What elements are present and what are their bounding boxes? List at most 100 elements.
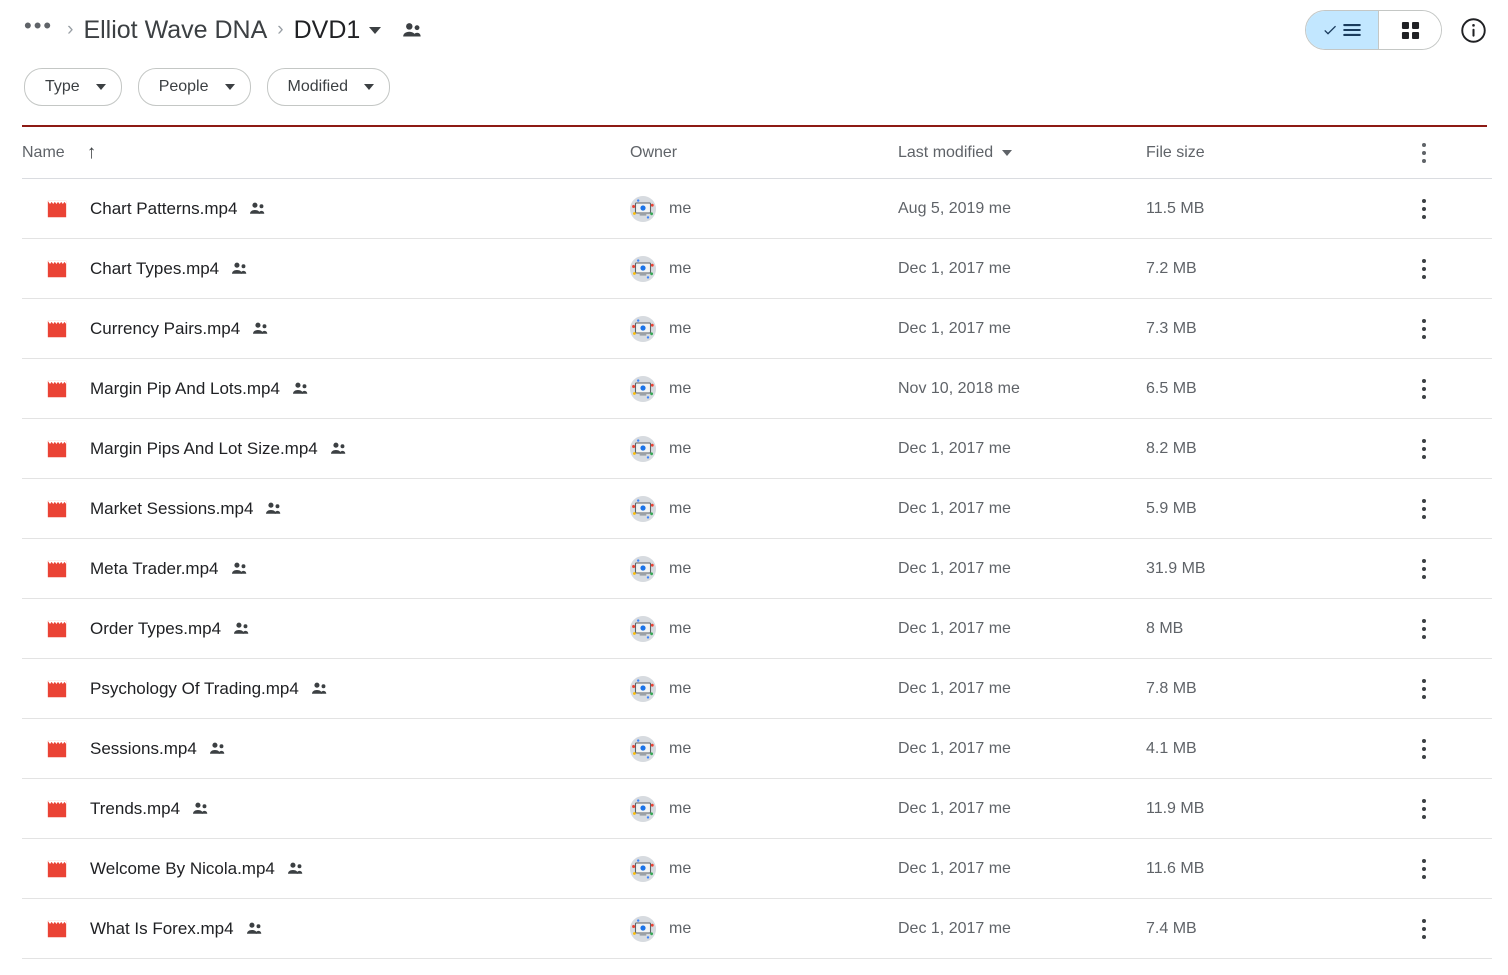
table-row[interactable]: Chart Types.mp4 me Dec 1, 2017 me 7.2 MB xyxy=(22,239,1492,299)
list-view-button[interactable] xyxy=(1306,11,1378,49)
cell-row-menu[interactable] xyxy=(1386,799,1492,819)
cell-row-menu[interactable] xyxy=(1386,739,1492,759)
cell-name[interactable]: Margin Pip And Lots.mp4 xyxy=(22,378,630,400)
shared-people-icon[interactable] xyxy=(251,321,270,336)
shared-people-icon[interactable] xyxy=(208,741,227,756)
shared-people-icon[interactable] xyxy=(248,201,267,216)
cell-row-menu[interactable] xyxy=(1386,859,1492,879)
more-vertical-icon[interactable] xyxy=(1422,199,1426,219)
cell-row-menu[interactable] xyxy=(1386,499,1492,519)
more-vertical-icon[interactable] xyxy=(1422,799,1426,819)
cell-name[interactable]: Order Types.mp4 xyxy=(22,618,630,640)
breadcrumb-item-parent[interactable]: Elliot Wave DNA xyxy=(83,16,267,45)
more-vertical-icon[interactable] xyxy=(1422,739,1426,759)
table-row[interactable]: Currency Pairs.mp4 me Dec 1, 2017 me 7.3… xyxy=(22,299,1492,359)
cell-row-menu[interactable] xyxy=(1386,259,1492,279)
file-name-label[interactable]: Margin Pips And Lot Size.mp4 xyxy=(90,439,318,459)
table-row[interactable]: Margin Pip And Lots.mp4 me Nov 10, 2018 … xyxy=(22,359,1492,419)
cell-row-menu[interactable] xyxy=(1386,559,1492,579)
shared-people-icon[interactable] xyxy=(264,501,283,516)
table-row[interactable]: What Is Forex.mp4 me Dec 1, 2017 me 7.4 … xyxy=(22,899,1492,959)
cell-row-menu[interactable] xyxy=(1386,679,1492,699)
shared-people-icon[interactable] xyxy=(310,681,329,696)
video-file-icon xyxy=(46,378,68,400)
people-icon xyxy=(401,21,423,39)
grid-view-button[interactable] xyxy=(1378,11,1441,49)
sort-ascending-icon[interactable]: ↑ xyxy=(87,143,97,162)
more-vertical-icon[interactable] xyxy=(1422,499,1426,519)
cell-name[interactable]: Meta Trader.mp4 xyxy=(22,558,630,580)
table-row[interactable]: Margin Pips And Lot Size.mp4 me Dec 1, 2… xyxy=(22,419,1492,479)
cell-row-menu[interactable] xyxy=(1386,379,1492,399)
file-name-label[interactable]: Trends.mp4 xyxy=(90,799,180,819)
cell-row-menu[interactable] xyxy=(1386,439,1492,459)
filter-chip-type[interactable]: Type xyxy=(24,68,122,106)
shared-people-icon[interactable] xyxy=(230,261,249,276)
cell-name[interactable]: Trends.mp4 xyxy=(22,798,630,820)
cell-name[interactable]: Currency Pairs.mp4 xyxy=(22,318,630,340)
column-header-file-size[interactable]: File size xyxy=(1146,144,1386,162)
shared-people-icon[interactable] xyxy=(230,561,249,576)
file-name-label[interactable]: Welcome By Nicola.mp4 xyxy=(90,859,275,879)
table-row[interactable]: Meta Trader.mp4 me Dec 1, 2017 me 31.9 M… xyxy=(22,539,1492,599)
table-row[interactable]: Chart Patterns.mp4 me Aug 5, 2019 me 11.… xyxy=(22,179,1492,239)
shared-people-icon[interactable] xyxy=(245,921,264,936)
file-name-label[interactable]: Meta Trader.mp4 xyxy=(90,559,219,579)
table-row[interactable]: Psychology Of Trading.mp4 me Dec 1, 2017… xyxy=(22,659,1492,719)
file-name-label[interactable]: Sessions.mp4 xyxy=(90,739,197,759)
owner-avatar-image xyxy=(630,496,656,522)
file-name-label[interactable]: Psychology Of Trading.mp4 xyxy=(90,679,299,699)
cell-owner: me xyxy=(630,736,898,762)
details-info-button[interactable] xyxy=(1456,13,1490,47)
cell-name[interactable]: Psychology Of Trading.mp4 xyxy=(22,678,630,700)
cell-row-menu[interactable] xyxy=(1386,919,1492,939)
file-name-label[interactable]: What Is Forex.mp4 xyxy=(90,919,234,939)
cell-row-menu[interactable] xyxy=(1386,199,1492,219)
file-name-label[interactable]: Chart Patterns.mp4 xyxy=(90,199,237,219)
file-name-label[interactable]: Currency Pairs.mp4 xyxy=(90,319,240,339)
cell-name[interactable]: Sessions.mp4 xyxy=(22,738,630,760)
table-row[interactable]: Order Types.mp4 me Dec 1, 2017 me 8 MB xyxy=(22,599,1492,659)
more-vertical-icon[interactable] xyxy=(1422,319,1426,339)
cell-name[interactable]: What Is Forex.mp4 xyxy=(22,918,630,940)
filter-chip-people[interactable]: People xyxy=(138,68,251,106)
cell-name[interactable]: Market Sessions.mp4 xyxy=(22,498,630,520)
more-vertical-icon[interactable] xyxy=(1422,143,1426,163)
cell-row-menu[interactable] xyxy=(1386,619,1492,639)
shared-people-icon[interactable] xyxy=(291,381,310,396)
shared-folder-people-icon[interactable] xyxy=(401,21,423,39)
table-row[interactable]: Sessions.mp4 me Dec 1, 2017 me 4.1 MB xyxy=(22,719,1492,779)
more-vertical-icon[interactable] xyxy=(1422,619,1426,639)
file-name-label[interactable]: Chart Types.mp4 xyxy=(90,259,219,279)
file-name-label[interactable]: Margin Pip And Lots.mp4 xyxy=(90,379,280,399)
shared-people-icon[interactable] xyxy=(329,441,348,456)
column-header-owner[interactable]: Owner xyxy=(630,144,898,162)
column-header-last-modified[interactable]: Last modified xyxy=(898,144,1146,162)
more-vertical-icon[interactable] xyxy=(1422,259,1426,279)
file-name-label[interactable]: Order Types.mp4 xyxy=(90,619,221,639)
more-vertical-icon[interactable] xyxy=(1422,559,1426,579)
chevron-down-icon[interactable] xyxy=(369,27,381,34)
more-vertical-icon[interactable] xyxy=(1422,439,1426,459)
table-row[interactable]: Welcome By Nicola.mp4 me Dec 1, 2017 me … xyxy=(22,839,1492,899)
file-name-label[interactable]: Market Sessions.mp4 xyxy=(90,499,253,519)
table-row[interactable]: Trends.mp4 me Dec 1, 2017 me 11.9 MB xyxy=(22,779,1492,839)
cell-name[interactable]: Welcome By Nicola.mp4 xyxy=(22,858,630,880)
shared-people-icon[interactable] xyxy=(232,621,251,636)
filter-chip-modified[interactable]: Modified xyxy=(267,68,390,106)
cell-name[interactable]: Margin Pips And Lot Size.mp4 xyxy=(22,438,630,460)
cell-row-menu[interactable] xyxy=(1386,319,1492,339)
shared-people-icon[interactable] xyxy=(191,801,210,816)
more-vertical-icon[interactable] xyxy=(1422,919,1426,939)
breadcrumb-overflow-button[interactable]: ••• xyxy=(20,17,57,43)
more-vertical-icon[interactable] xyxy=(1422,679,1426,699)
table-row[interactable]: Market Sessions.mp4 me Dec 1, 2017 me 5.… xyxy=(22,479,1492,539)
more-vertical-icon[interactable] xyxy=(1422,379,1426,399)
cell-name[interactable]: Chart Types.mp4 xyxy=(22,258,630,280)
shared-people-icon[interactable] xyxy=(286,861,305,876)
column-header-menu[interactable] xyxy=(1386,143,1492,163)
cell-name[interactable]: Chart Patterns.mp4 xyxy=(22,198,630,220)
breadcrumb-item-current[interactable]: DVD1 xyxy=(294,16,361,45)
more-vertical-icon[interactable] xyxy=(1422,859,1426,879)
column-header-name[interactable]: Name ↑ xyxy=(22,143,630,162)
